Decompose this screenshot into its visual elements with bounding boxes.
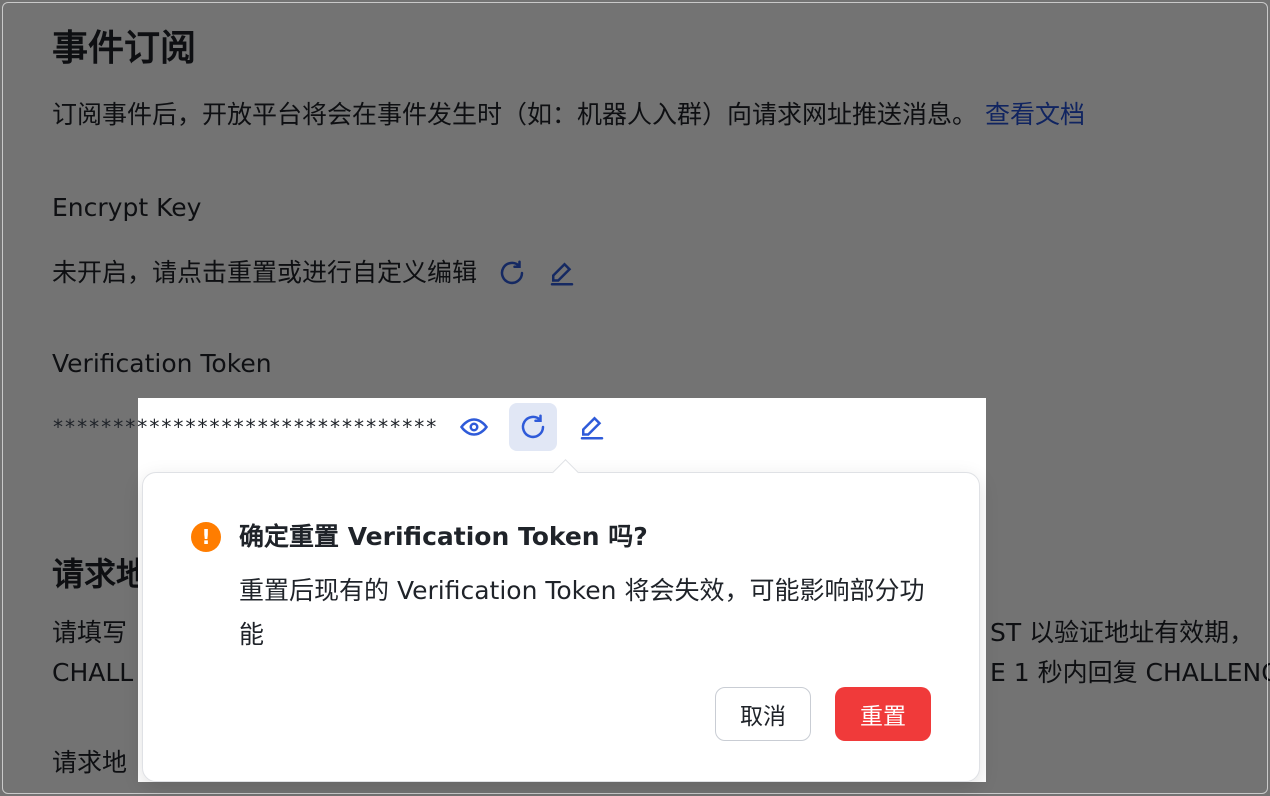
refresh-icon xyxy=(500,260,524,285)
warning-icon: ! xyxy=(191,522,221,552)
page-title: 事件订阅 xyxy=(52,28,197,69)
popover-body: 重置后现有的 Verification Token 将会失效，可能影响部分功能 xyxy=(239,576,925,649)
confirm-reset-button[interactable]: 重置 xyxy=(835,687,931,741)
show-token-button[interactable] xyxy=(451,404,497,450)
verification-token-row: ******************************** xyxy=(52,403,615,451)
request-url-field-label: 请求地 xyxy=(52,748,128,777)
request-url-desc-line2-right: E 1 秒内回复 CHALLENG xyxy=(990,658,1270,687)
encrypt-key-status: 未开启，请点击重置或进行自定义编辑 xyxy=(52,258,478,287)
page-description: 订阅事件后，开放平台将会在事件发生时（如：机器人入群）向请求网址推送消息。 查看… xyxy=(52,96,1085,134)
view-docs-link[interactable]: 查看文档 xyxy=(985,100,1085,129)
encrypt-key-row: 未开启，请点击重置或进行自定义编辑 xyxy=(52,250,585,296)
edit-icon xyxy=(550,262,574,286)
request-url-desc-line1-right: ST 以验证地址有效期， xyxy=(990,618,1255,647)
edit-icon xyxy=(581,416,604,440)
reset-token-button[interactable] xyxy=(509,403,558,451)
description-text: 订阅事件后，开放平台将会在事件发生时（如：机器人入群）向请求网址推送消息。 xyxy=(52,100,978,129)
request-url-desc-line2-left: CHALL xyxy=(52,658,134,687)
request-url-section-title: 请求地 xyxy=(52,555,149,593)
refresh-icon xyxy=(522,414,545,439)
request-url-desc-line1-left: 请填写 xyxy=(52,618,128,647)
verification-token-label: Verification Token xyxy=(52,349,272,378)
edit-token-button[interactable] xyxy=(569,404,615,450)
encrypt-key-label: Encrypt Key xyxy=(52,193,202,222)
verification-token-masked: ******************************** xyxy=(52,415,438,439)
eye-icon xyxy=(460,418,489,436)
encrypt-key-edit-button[interactable] xyxy=(539,250,585,296)
encrypt-key-reset-button[interactable] xyxy=(489,250,535,296)
popover-title: 确定重置 Verification Token 吗? xyxy=(239,522,648,551)
cancel-button[interactable]: 取消 xyxy=(715,687,811,741)
reset-confirm-popover: ! 确定重置 Verification Token 吗? 重置后现有的 Veri… xyxy=(142,459,980,782)
